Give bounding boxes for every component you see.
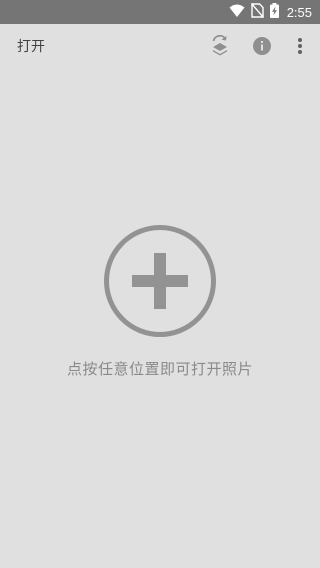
status-bar: 2:55 [0, 0, 320, 24]
more-options-button[interactable] [286, 34, 314, 62]
page-title: 打开 [17, 39, 45, 55]
layers-swap-icon [210, 34, 230, 61]
add-circle-icon [103, 225, 217, 342]
add-photo-button[interactable] [103, 224, 217, 338]
open-photo-area[interactable]: 点按任意位置即可打开照片 [0, 72, 320, 568]
status-icons: 2:55 [229, 0, 312, 24]
status-time: 2:55 [286, 4, 312, 20]
info-button[interactable] [248, 34, 276, 62]
layers-swap-button[interactable] [206, 34, 234, 62]
battery-charging-icon [269, 2, 279, 22]
wifi-icon [229, 3, 245, 22]
open-photo-hint: 点按任意位置即可打开照片 [66, 360, 253, 378]
no-sim-icon [250, 2, 264, 22]
more-vert-icon [297, 37, 303, 59]
app-bar: 打开 [0, 24, 320, 72]
info-icon [252, 36, 272, 60]
